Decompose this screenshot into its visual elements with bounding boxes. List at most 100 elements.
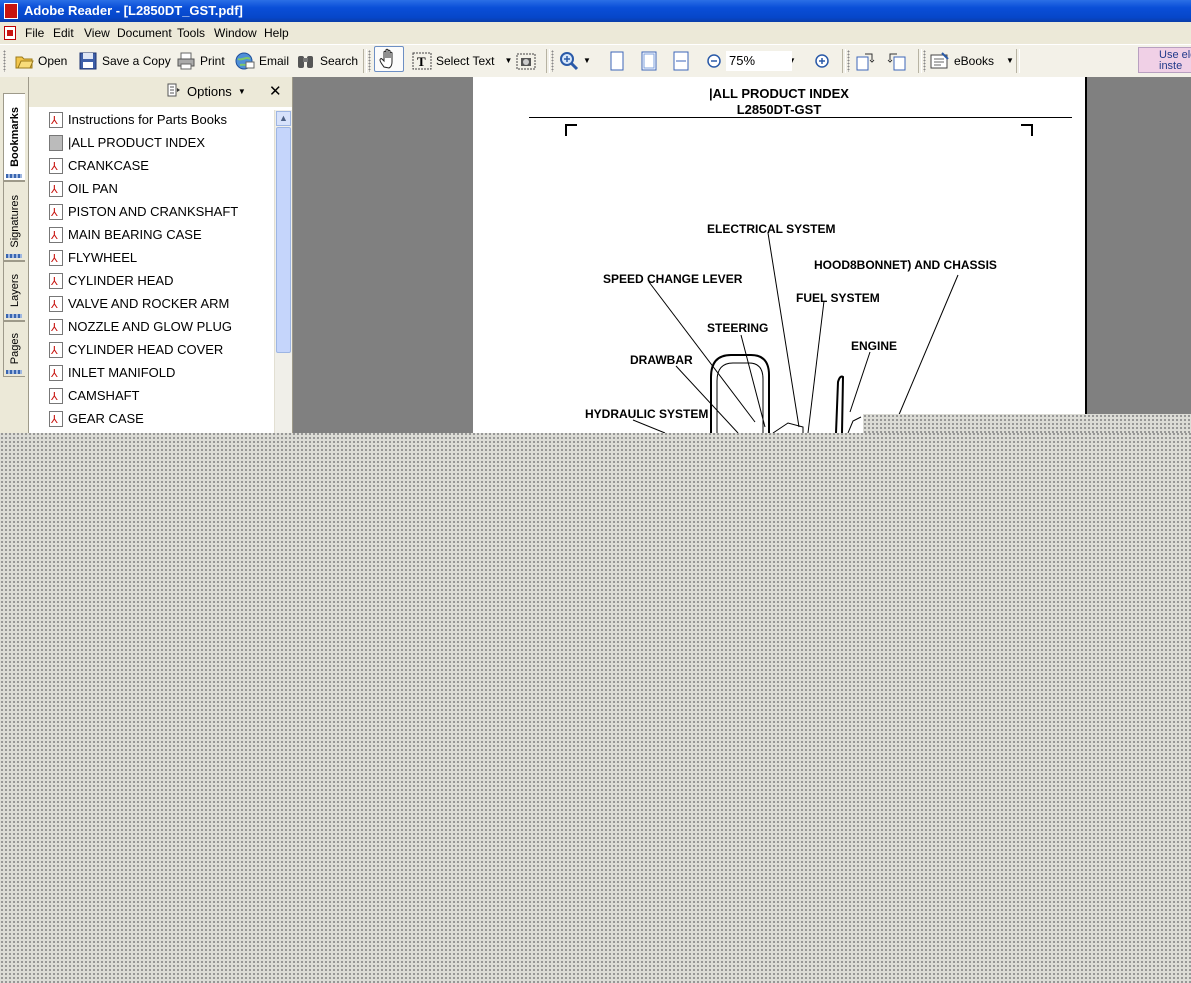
bookmark-item[interactable]: CYLINDER HEAD — [49, 270, 173, 293]
bookmark-label: INLET MANIFOLD — [68, 365, 176, 380]
actual-size-button[interactable] — [607, 49, 627, 73]
bookmarks-scrollbar[interactable]: ▲ — [274, 110, 292, 433]
magnifier-plus-icon — [559, 51, 579, 71]
menu-edit[interactable]: Edit — [49, 22, 78, 44]
bookmark-item[interactable]: MAIN BEARING CASE — [49, 224, 202, 247]
bookmark-label: OIL PAN — [68, 181, 118, 196]
chevron-down-icon[interactable]: ▼ — [504, 49, 512, 73]
bookmark-item[interactable]: CYLINDER HEAD COVER — [49, 339, 223, 362]
exhaust-pipe — [835, 375, 845, 433]
label-speed-change-lever[interactable]: SPEED CHANGE LEVER — [603, 272, 742, 286]
open-label: Open — [38, 54, 68, 68]
hand-icon — [379, 48, 393, 69]
tab-signatures[interactable]: Signatures — [3, 181, 25, 261]
rops-frame-inner — [716, 362, 764, 433]
document-icon[interactable] — [4, 26, 16, 40]
save-copy-button[interactable]: Save a Copy — [78, 49, 171, 73]
label-steering[interactable]: STEERING — [707, 321, 768, 335]
hand-tool-button[interactable] — [374, 46, 404, 72]
label-drawbar[interactable]: DRAWBAR — [630, 353, 693, 367]
ad-text: Use ele inste — [1159, 49, 1191, 72]
bookmark-item[interactable]: FLYWHEEL — [49, 247, 137, 270]
rotate-clockwise-icon — [855, 51, 875, 71]
zoom-tool-button[interactable]: ▼ — [559, 49, 591, 73]
zoom-in-button[interactable] — [812, 49, 832, 73]
close-icon[interactable]: ✕ — [269, 82, 282, 100]
toolbar-grip[interactable] — [368, 50, 371, 72]
toolbar-grip[interactable] — [923, 50, 926, 72]
title-bar: Adobe Reader - [L2850DT_GST.pdf] — [0, 0, 1191, 22]
bookmark-item[interactable]: NOZZLE AND GLOW PLUG — [49, 316, 232, 339]
text-cursor-icon: T — [412, 51, 432, 71]
zoom-input[interactable]: 75% — [726, 51, 792, 71]
printer-icon — [176, 51, 196, 71]
rotate-counterclockwise-icon — [887, 51, 907, 71]
bookmark-item[interactable]: OIL PAN — [49, 178, 118, 201]
toolbar-grip[interactable] — [847, 50, 850, 72]
menu-help[interactable]: Help — [260, 22, 293, 44]
rotate-counterclockwise-button[interactable] — [887, 49, 907, 73]
search-button[interactable]: Search — [296, 49, 358, 73]
toolbar: Open Save a Copy Print Email Search T Se… — [0, 44, 1191, 78]
toolbar-separator — [1016, 49, 1020, 73]
globe-email-icon — [235, 51, 255, 71]
toolbar-separator — [918, 49, 922, 73]
tab-pages[interactable]: Pages — [3, 321, 25, 377]
label-electrical-system[interactable]: ELECTRICAL SYSTEM — [707, 222, 835, 236]
select-text-button[interactable]: T Select Text ▼ — [412, 49, 512, 73]
save-copy-label: Save a Copy — [102, 54, 171, 68]
toolbar-grip[interactable] — [551, 50, 554, 72]
email-button[interactable]: Email — [235, 49, 289, 73]
ad-banner[interactable]: Use ele inste — [1138, 47, 1191, 73]
label-engine[interactable]: ENGINE — [851, 339, 897, 353]
zoom-out-button[interactable] — [704, 49, 724, 73]
leader-line — [807, 300, 825, 433]
leader-line — [849, 351, 871, 413]
snapshot-button[interactable] — [516, 49, 536, 73]
chevron-down-icon[interactable]: ▼ — [583, 49, 591, 73]
menu-tools[interactable]: Tools — [173, 22, 209, 44]
bookmark-label: CAMSHAFT — [68, 388, 140, 403]
plus-circle-icon — [812, 51, 832, 71]
label-fuel-system[interactable]: FUEL SYSTEM — [796, 291, 880, 305]
menu-window[interactable]: Window — [210, 22, 261, 44]
rotate-clockwise-button[interactable] — [855, 49, 875, 73]
bookmark-item[interactable]: CRANKCASE — [49, 155, 149, 178]
chevron-down-icon[interactable]: ▼ — [1006, 49, 1014, 73]
bookmark-item[interactable]: Instructions for Parts Books — [49, 109, 227, 132]
toolbar-grip[interactable] — [3, 50, 6, 72]
tab-bookmarks[interactable]: Bookmarks — [3, 93, 25, 181]
options-menu[interactable]: Options ▼ — [167, 83, 246, 100]
bookmark-item[interactable]: VALVE AND ROCKER ARM — [49, 293, 230, 316]
bookmark-label: VALVE AND ROCKER ARM — [68, 296, 230, 311]
label-hydraulic-system[interactable]: HYDRAULIC SYSTEM — [585, 407, 708, 421]
menu-document[interactable]: Document — [113, 22, 176, 44]
email-label: Email — [259, 54, 290, 68]
bookmark-item[interactable]: INLET MANIFOLD — [49, 362, 176, 385]
pdf-bookmark-icon — [49, 179, 63, 201]
bookmark-item[interactable]: GEAR CASE — [49, 408, 144, 431]
pdf-bookmark-icon — [49, 409, 63, 431]
scroll-up-button[interactable]: ▲ — [276, 111, 291, 126]
menu-view[interactable]: View — [80, 22, 114, 44]
ebooks-button[interactable]: eBooks ▼ — [930, 49, 1014, 73]
pdf-bookmark-icon — [49, 202, 63, 224]
toolbar-separator — [842, 49, 846, 73]
tab-layers[interactable]: Layers — [3, 261, 25, 321]
open-button[interactable]: Open — [14, 49, 67, 73]
pdf-bookmark-icon — [49, 156, 63, 178]
ebook-icon — [930, 51, 950, 71]
menu-file[interactable]: File — [21, 22, 48, 44]
fit-page-button[interactable] — [639, 49, 659, 73]
document-page[interactable]: |ALL PRODUCT INDEX L2850DT-GST ELECTRICA… — [473, 77, 1087, 433]
bookmark-item[interactable]: CAMSHAFT — [49, 385, 140, 408]
bookmark-item[interactable]: PISTON AND CRANKSHAFT — [49, 201, 238, 224]
pdf-bookmark-icon — [49, 363, 63, 385]
label-hood-and-chassis[interactable]: HOOD8BONNET) AND CHASSIS — [814, 258, 997, 272]
bookmark-label: GEAR CASE — [68, 411, 144, 426]
scroll-thumb[interactable] — [276, 127, 291, 353]
bookmark-item[interactable]: |ALL PRODUCT INDEX — [49, 132, 205, 154]
print-button[interactable]: Print — [176, 49, 225, 73]
pdf-bookmark-icon — [49, 317, 63, 339]
fit-width-button[interactable] — [671, 49, 691, 73]
